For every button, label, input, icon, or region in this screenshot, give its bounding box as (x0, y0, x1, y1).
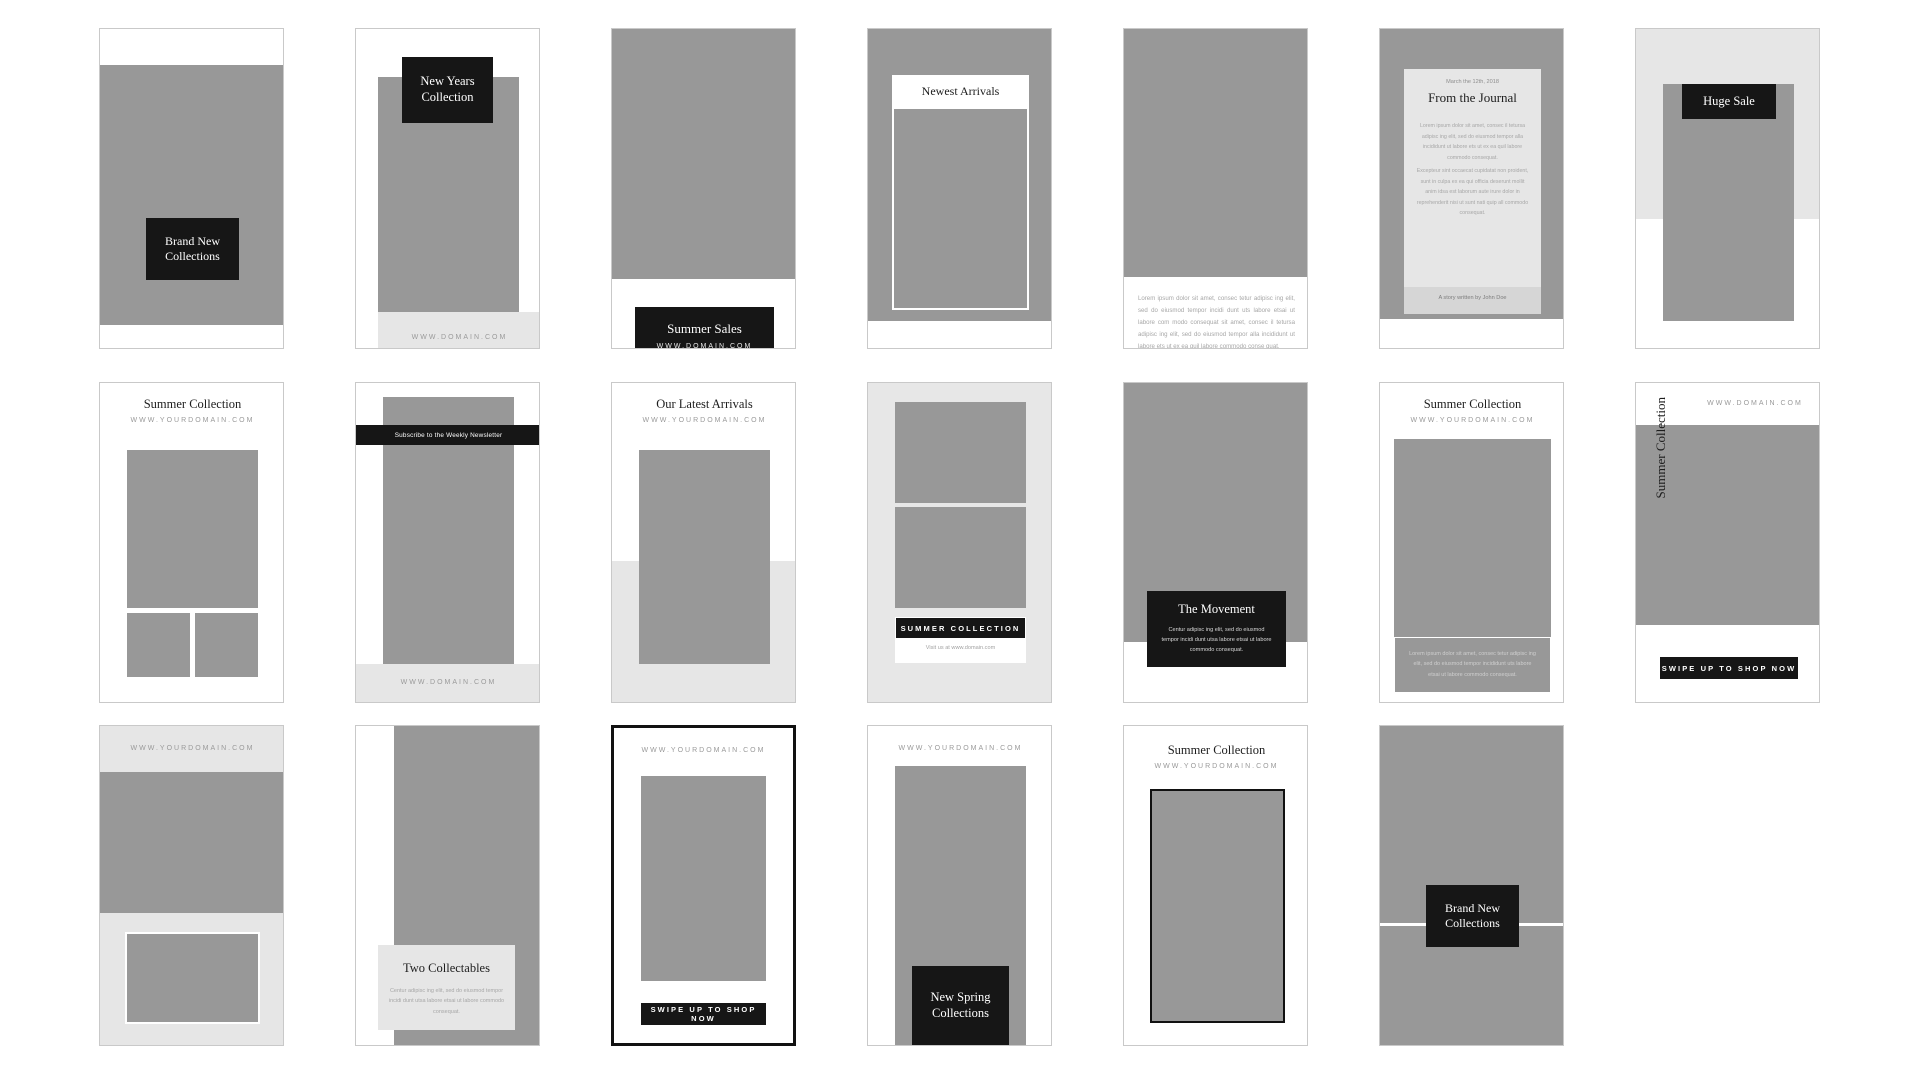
card-headline: Our Latest Arrivals (656, 397, 753, 411)
summer-collection-button-label: SUMMER COLLECTION (900, 623, 1021, 633)
image-placeholder-bottom (125, 932, 260, 1024)
card-summer-collection-vertical[interactable]: WWW.DOMAIN.COM Summer Collection SWIPE U… (1635, 382, 1820, 703)
card-our-latest-arrivals[interactable]: Our Latest Arrivals WWW.YOURDOMAIN.COM (611, 382, 796, 703)
card-lorem-block[interactable]: Lorem ipsum dolor sit amet, consec tetur… (1123, 28, 1308, 349)
card-summer-collection-grid[interactable]: Summer Collection WWW.YOURDOMAIN.COM (99, 382, 284, 703)
headline-box: Summer Sales WWW.DOMAIN.COM (635, 307, 774, 349)
journal-date: March the 12th, 2018 (1446, 79, 1499, 85)
image-placeholder-bottom (895, 507, 1026, 608)
card-headline: Brand New Collections (1445, 901, 1500, 930)
card-two-collectables[interactable]: Two Collectables Centur adipisc ing elit… (355, 725, 540, 1046)
card-header: WWW.YOURDOMAIN.COM (641, 747, 766, 754)
summer-collection-button[interactable]: SUMMER COLLECTION (895, 617, 1026, 639)
journal-byline: A story written by John Doe (1438, 295, 1507, 301)
card-headline: Two Collectables (403, 961, 490, 975)
title-plate: Newest Arrivals (892, 75, 1029, 107)
card-body-text: Centur adipisc ing elit, sed do eiusmod … (1161, 626, 1272, 654)
card-footer: WWW.DOMAIN.COM (411, 334, 508, 341)
headline-box: Brand New Collections (146, 218, 239, 280)
image-placeholder (612, 29, 795, 279)
card-body-text: Centur adipisc ing elit, sed do eiusmod … (388, 988, 505, 1015)
card-subtitle: WWW.YOURDOMAIN.COM (642, 417, 767, 424)
swipe-up-button-label: SWIPE UP TO SHOP NOW (650, 1005, 757, 1023)
swipe-up-button[interactable]: SWIPE UP TO SHOP NOW (1660, 657, 1798, 679)
card-headline: Summer Collection (1423, 397, 1522, 411)
image-placeholder-left (127, 613, 190, 677)
card-swipe-up-framed[interactable]: WWW.YOURDOMAIN.COM SWIPE UP TO SHOP NOW (611, 725, 796, 1046)
image-placeholder-top (895, 402, 1026, 503)
image-placeholder-main (127, 450, 258, 608)
headline-box: The Movement Centur adipisc ing elit, se… (1147, 591, 1286, 667)
card-body-text: Lorem ipsum dolor sit amet, consec tetur… (1138, 295, 1295, 349)
footer-band (378, 312, 539, 348)
newsletter-banner[interactable]: Subscribe to the Weekly Newsletter (356, 425, 539, 445)
card-headline: Summer Collection (143, 397, 242, 411)
card-brand-new-collections[interactable]: Brand New Collections Visit our shop at … (99, 28, 284, 349)
swipe-up-button-label: SWIPE UP TO SHOP NOW (1661, 663, 1797, 673)
headline-box: New Spring Collections (912, 966, 1009, 1045)
headline-box: Brand New Collections (1426, 885, 1519, 947)
journal-paragraph-1: Lorem ipsum dolor sit amet, consec il te… (1419, 123, 1526, 161)
card-the-movement[interactable]: The Movement Centur adipisc ing elit, se… (1123, 382, 1308, 703)
card-huge-sale[interactable]: Huge Sale WWW.DOMAIN.COM (1635, 28, 1820, 349)
image-placeholder-top (100, 772, 283, 913)
card-footer: WWW.DOMAIN.COM (400, 679, 497, 686)
card-brand-new-collections-band[interactable]: Brand New Collections (1379, 725, 1564, 1046)
headline-box: Huge Sale (1682, 84, 1776, 119)
card-header: WWW.YOURDOMAIN.COM (130, 745, 255, 752)
card-subtitle: WWW.YOURDOMAIN.COM (130, 417, 255, 424)
image-placeholder (1124, 29, 1307, 277)
image-placeholder-right (195, 613, 258, 677)
image-placeholder (1663, 84, 1794, 321)
card-headline: Brand New Collections (165, 234, 220, 263)
image-placeholder (1150, 789, 1285, 1023)
card-yourdomain-split[interactable]: WWW.YOURDOMAIN.COM (99, 725, 284, 1046)
card-headline: Newest Arrivals (921, 83, 1000, 98)
card-newsletter-subscribe[interactable]: Subscribe to the Weekly Newsletter WWW.D… (355, 382, 540, 703)
card-footer: Visit us at www.domain.com (925, 645, 996, 651)
card-subtitle: WWW.YOURDOMAIN.COM (1154, 763, 1279, 770)
card-headline: Summer Collection (1653, 397, 1668, 499)
card-subtitle: WWW.YOURDOMAIN.COM (1410, 417, 1535, 424)
card-headline: Summer Sales (667, 320, 742, 336)
card-headline: The Movement (1178, 602, 1255, 617)
swipe-up-button[interactable]: SWIPE UP TO SHOP NOW (641, 1003, 766, 1025)
card-summer-collection-portrait[interactable]: Summer Collection WWW.YOURDOMAIN.COM (1123, 725, 1308, 1046)
card-headline: New Years Collection (420, 74, 475, 104)
journal-headline: From the Journal (1428, 90, 1517, 105)
image-placeholder (1394, 439, 1551, 637)
card-footer: WWW.DOMAIN.COM (656, 343, 753, 349)
card-new-years-collection[interactable]: New Years Collection WWW.DOMAIN.COM (355, 28, 540, 349)
image-placeholder (641, 776, 766, 981)
card-headline: Huge Sale (1703, 93, 1755, 108)
card-from-the-journal[interactable]: March the 12th, 2018 From the Journal Lo… (1379, 28, 1564, 349)
journal-paragraph-2: Excepteur sint occaecat cupidatat non pr… (1416, 168, 1529, 217)
card-summer-collection-stack[interactable]: SUMMER COLLECTION Visit us at www.domain… (867, 382, 1052, 703)
story-template-board: Brand New Collections Visit our shop at … (0, 0, 1919, 1079)
card-headline: New Spring Collections (930, 989, 991, 1020)
footer-plate (895, 639, 1026, 663)
card-headline: Summer Collection (1167, 743, 1266, 757)
card-summer-sales[interactable]: Summer Sales WWW.DOMAIN.COM (611, 28, 796, 349)
card-summer-collection-quote[interactable]: Summer Collection WWW.YOURDOMAIN.COM Lor… (1379, 382, 1564, 703)
image-placeholder (100, 65, 283, 325)
card-newest-arrivals[interactable]: Newest Arrivals WWW.DOMAIN.COM (867, 28, 1052, 349)
card-domain: WWW.DOMAIN.COM (1707, 400, 1803, 407)
headline-box: New Years Collection (402, 57, 493, 123)
card-body-text: Lorem ipsum dolor sit amet, consec tetur… (1409, 651, 1536, 678)
inner-frame (892, 107, 1029, 310)
image-placeholder (639, 450, 770, 664)
card-header: WWW.YOURDOMAIN.COM (898, 745, 1023, 752)
newsletter-banner-label: Subscribe to the Weekly Newsletter (394, 431, 503, 439)
card-new-spring-collections[interactable]: WWW.YOURDOMAIN.COM New Spring Collection… (867, 725, 1052, 1046)
